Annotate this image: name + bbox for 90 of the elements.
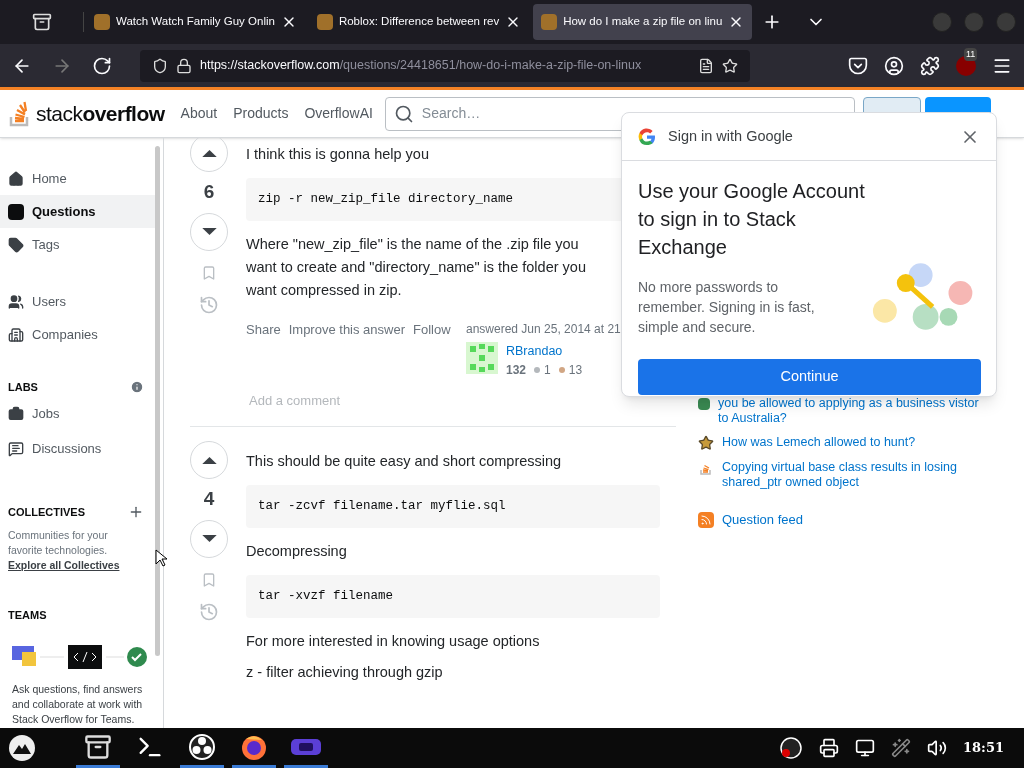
- favicon-icon: [316, 14, 333, 30]
- building-icon: [8, 326, 24, 343]
- dialog-text: No more passwords to remember. Signing in is fast, simple and secure.: [638, 278, 816, 337]
- nav-link[interactable]: OverflowAI: [304, 103, 373, 124]
- scrollbar[interactable]: [155, 146, 160, 656]
- code-block: tar -xvzf filename: [246, 574, 660, 618]
- url-text: https://stackoverflow.com/questions/24418651/how-do-i-make-a-zip-file-on-linux: [200, 57, 643, 75]
- favicon-icon: [94, 14, 110, 30]
- vote-count: 4: [203, 487, 215, 511]
- post-action-link[interactable]: Follow: [413, 319, 451, 379]
- answer-text: Where "new_zip_file" is the name of the .zip file you want to create and "directory_name" is the folder you want compressed in zip.: [246, 234, 587, 300]
- briefcase-icon: [8, 406, 24, 422]
- triangle-down-icon: [200, 534, 218, 543]
- bookmark-star-icon[interactable]: [722, 57, 738, 74]
- badge-count: 1: [544, 361, 551, 379]
- sidebar-item[interactable]: Companies: [0, 318, 156, 351]
- rss-icon: [698, 511, 714, 528]
- answered-date: answered Jun 25, 2014 at 21: [466, 320, 621, 338]
- browser-tab[interactable]: Watch Watch Family Guy Onlin: [86, 4, 305, 40]
- browser-tab[interactable]: Roblox: Difference between rev: [308, 4, 530, 40]
- triangle-up-icon: [200, 455, 218, 465]
- collectives-description: Communities for your favorite technologies. Explore all Collectives: [7, 528, 121, 573]
- section-title: COLLECTIVES: [8, 504, 85, 520]
- question-feed-link[interactable]: Question feed: [722, 510, 803, 530]
- dialog-heading: Use your Google Account to sign in to Stack Exchange: [638, 179, 866, 260]
- tab-title: Watch Watch Family Guy Onlin: [116, 14, 275, 30]
- badge-icon: [558, 366, 565, 373]
- mouse-cursor-icon: [155, 549, 167, 567]
- triangle-down-icon: [200, 227, 218, 236]
- answer-text: Decompressing: [246, 541, 348, 561]
- post-action-link[interactable]: Share: [246, 319, 281, 379]
- teams-description: Ask questions, find answers and collaborate at work with Stack Overflow for Teams.: [11, 681, 144, 727]
- google-icon: [638, 127, 656, 146]
- gamepad-icon[interactable]: [290, 736, 322, 757]
- badge-count: 13: [568, 361, 583, 379]
- hot-question-link[interactable]: How was Lemech allowed to hunt?: [722, 435, 992, 451]
- answer-text: I think this is gonna help you: [246, 145, 430, 164]
- answer-text: This should be quite easy and short compressing: [246, 452, 563, 471]
- chat-icon: [8, 441, 24, 457]
- reader-icon[interactable]: [698, 57, 714, 74]
- home-icon: [8, 170, 24, 187]
- section-title: LABS: [8, 380, 38, 395]
- answer-text: z - filter achieving through gzip: [246, 662, 444, 682]
- tag-icon: [8, 236, 24, 253]
- vote-count: 6: [203, 180, 215, 204]
- users-icon: [8, 293, 24, 310]
- stackoverflow-logo[interactable]: stackoverflow: [8, 97, 165, 130]
- info-icon[interactable]: [130, 380, 144, 395]
- launcher-icon[interactable]: [8, 734, 36, 762]
- answer-text: For more interested in knowing usage options: [246, 631, 541, 651]
- reputation: 132: [506, 361, 527, 379]
- section-title: TEAMS: [7, 608, 48, 623]
- shield-icon: [152, 57, 168, 74]
- tab-title: How do I make a zip file on linu: [563, 14, 723, 30]
- account-icon[interactable]: [884, 55, 904, 76]
- pocket-icon[interactable]: [848, 55, 868, 76]
- triangle-up-icon: [200, 148, 218, 158]
- printer-icon[interactable]: [819, 738, 839, 758]
- hot-question-link[interactable]: you be allowed to applying as a business vistor to Australia?: [718, 396, 988, 426]
- hot-question-link[interactable]: Copying virtual base class results in losing shared_ptr owned object: [722, 460, 992, 490]
- clock: 18:51: [963, 739, 1004, 758]
- volume-icon[interactable]: [927, 738, 947, 758]
- star-icon: [698, 435, 714, 451]
- post-action-link[interactable]: Improve this answer: [288, 319, 406, 379]
- code-block: tar -zcvf filename.tar myflie.sql: [246, 485, 660, 528]
- nav-link[interactable]: About: [180, 103, 218, 124]
- continue-button[interactable]: Continue: [638, 359, 981, 395]
- sidebar-item[interactable]: Questions: [0, 195, 156, 228]
- obs-tray-icon[interactable]: [779, 736, 803, 760]
- explore-link[interactable]: Explore all Collectives: [8, 559, 120, 571]
- browser-tab[interactable]: How do I make a zip file on linu: [533, 4, 753, 40]
- sidebar-item[interactable]: Home: [0, 162, 156, 195]
- search-icon: [393, 103, 414, 124]
- user-link[interactable]: RBrandao: [506, 341, 583, 361]
- address-bar[interactable]: https://stackoverflow.com/questions/24418651/how-do-i-make-a-zip-file-on-linux: [140, 49, 750, 82]
- sidebar-item[interactable]: Users: [0, 285, 156, 318]
- extension-badge: 11: [964, 47, 978, 61]
- lock-icon: [176, 57, 192, 74]
- display-icon[interactable]: [855, 738, 875, 758]
- extensions-icon[interactable]: [920, 55, 940, 76]
- tab-title: Roblox: Difference between rev: [338, 14, 500, 30]
- sidebar-item[interactable]: Tags: [0, 228, 156, 261]
- sidebar-item[interactable]: Discussions: [0, 432, 163, 466]
- tab-overview-icon[interactable]: [31, 12, 52, 32]
- badge-icon: [534, 366, 541, 373]
- obs-icon[interactable]: [188, 732, 216, 761]
- favicon-icon: [541, 14, 558, 30]
- sidebar-item[interactable]: Jobs: [0, 397, 163, 431]
- nav-link[interactable]: Products: [233, 103, 289, 124]
- reload-icon[interactable]: [92, 55, 112, 76]
